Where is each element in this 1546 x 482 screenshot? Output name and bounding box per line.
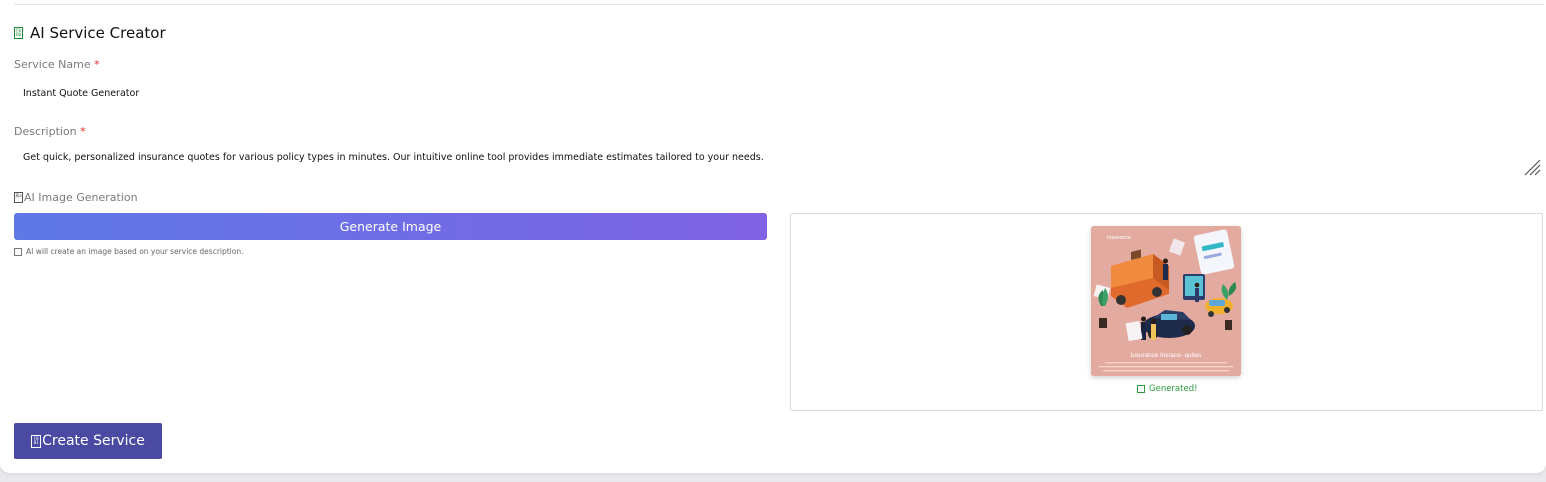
hint-text: AI will create an image based on your se… bbox=[26, 247, 244, 256]
service-name-input[interactable]: Instant Quote Generator bbox=[23, 88, 139, 99]
description-textarea[interactable]: Get quick, personalized insurance quotes… bbox=[23, 152, 764, 163]
image-caption-text: Iusurance Insrace- quites bbox=[1131, 352, 1202, 359]
required-marker: * bbox=[80, 125, 86, 138]
create-icon: F0 B1 bbox=[31, 434, 42, 448]
required-marker: * bbox=[94, 58, 100, 71]
check-icon bbox=[1137, 385, 1145, 393]
description-label-text: Description bbox=[14, 125, 77, 138]
resize-handle-icon[interactable] bbox=[1523, 158, 1541, 176]
service-name-label-text: Service Name bbox=[14, 58, 91, 71]
description-label: Description * bbox=[14, 125, 86, 138]
image-generation-label: 鳥a AI Image Generation bbox=[14, 191, 138, 204]
service-name-label: Service Name * bbox=[14, 58, 100, 71]
create-service-label: Create Service bbox=[42, 433, 145, 449]
create-service-button[interactable]: F0 B1 Create Service bbox=[14, 423, 162, 459]
page-title-text: AI Service Creator bbox=[30, 24, 166, 42]
divider bbox=[14, 4, 1544, 5]
generate-image-button[interactable]: Generate Image bbox=[14, 213, 767, 240]
form-icon: F0 D0 bbox=[14, 27, 23, 39]
info-icon bbox=[14, 247, 22, 256]
insurance-illustration: Insurance Iusurance Insrace- quites bbox=[1091, 226, 1241, 376]
service-creator-card: F0 D0 AI Service Creator Service Name * … bbox=[0, 0, 1546, 473]
image-brand-text: Insurance bbox=[1107, 235, 1131, 241]
status-text: Generated! bbox=[1149, 384, 1198, 394]
image-generation-label-text: AI Image Generation bbox=[24, 191, 138, 204]
generation-hint: AI will create an image based on your se… bbox=[14, 247, 244, 256]
generation-status: Generated! bbox=[1137, 384, 1198, 394]
image-gen-icon: 鳥a bbox=[14, 192, 23, 203]
page-title: F0 D0 AI Service Creator bbox=[14, 24, 166, 42]
image-preview-panel: Insurance Iusurance Insrace- quites Gene… bbox=[790, 213, 1543, 411]
generated-image: Insurance Iusurance Insrace- quites bbox=[1091, 226, 1241, 376]
